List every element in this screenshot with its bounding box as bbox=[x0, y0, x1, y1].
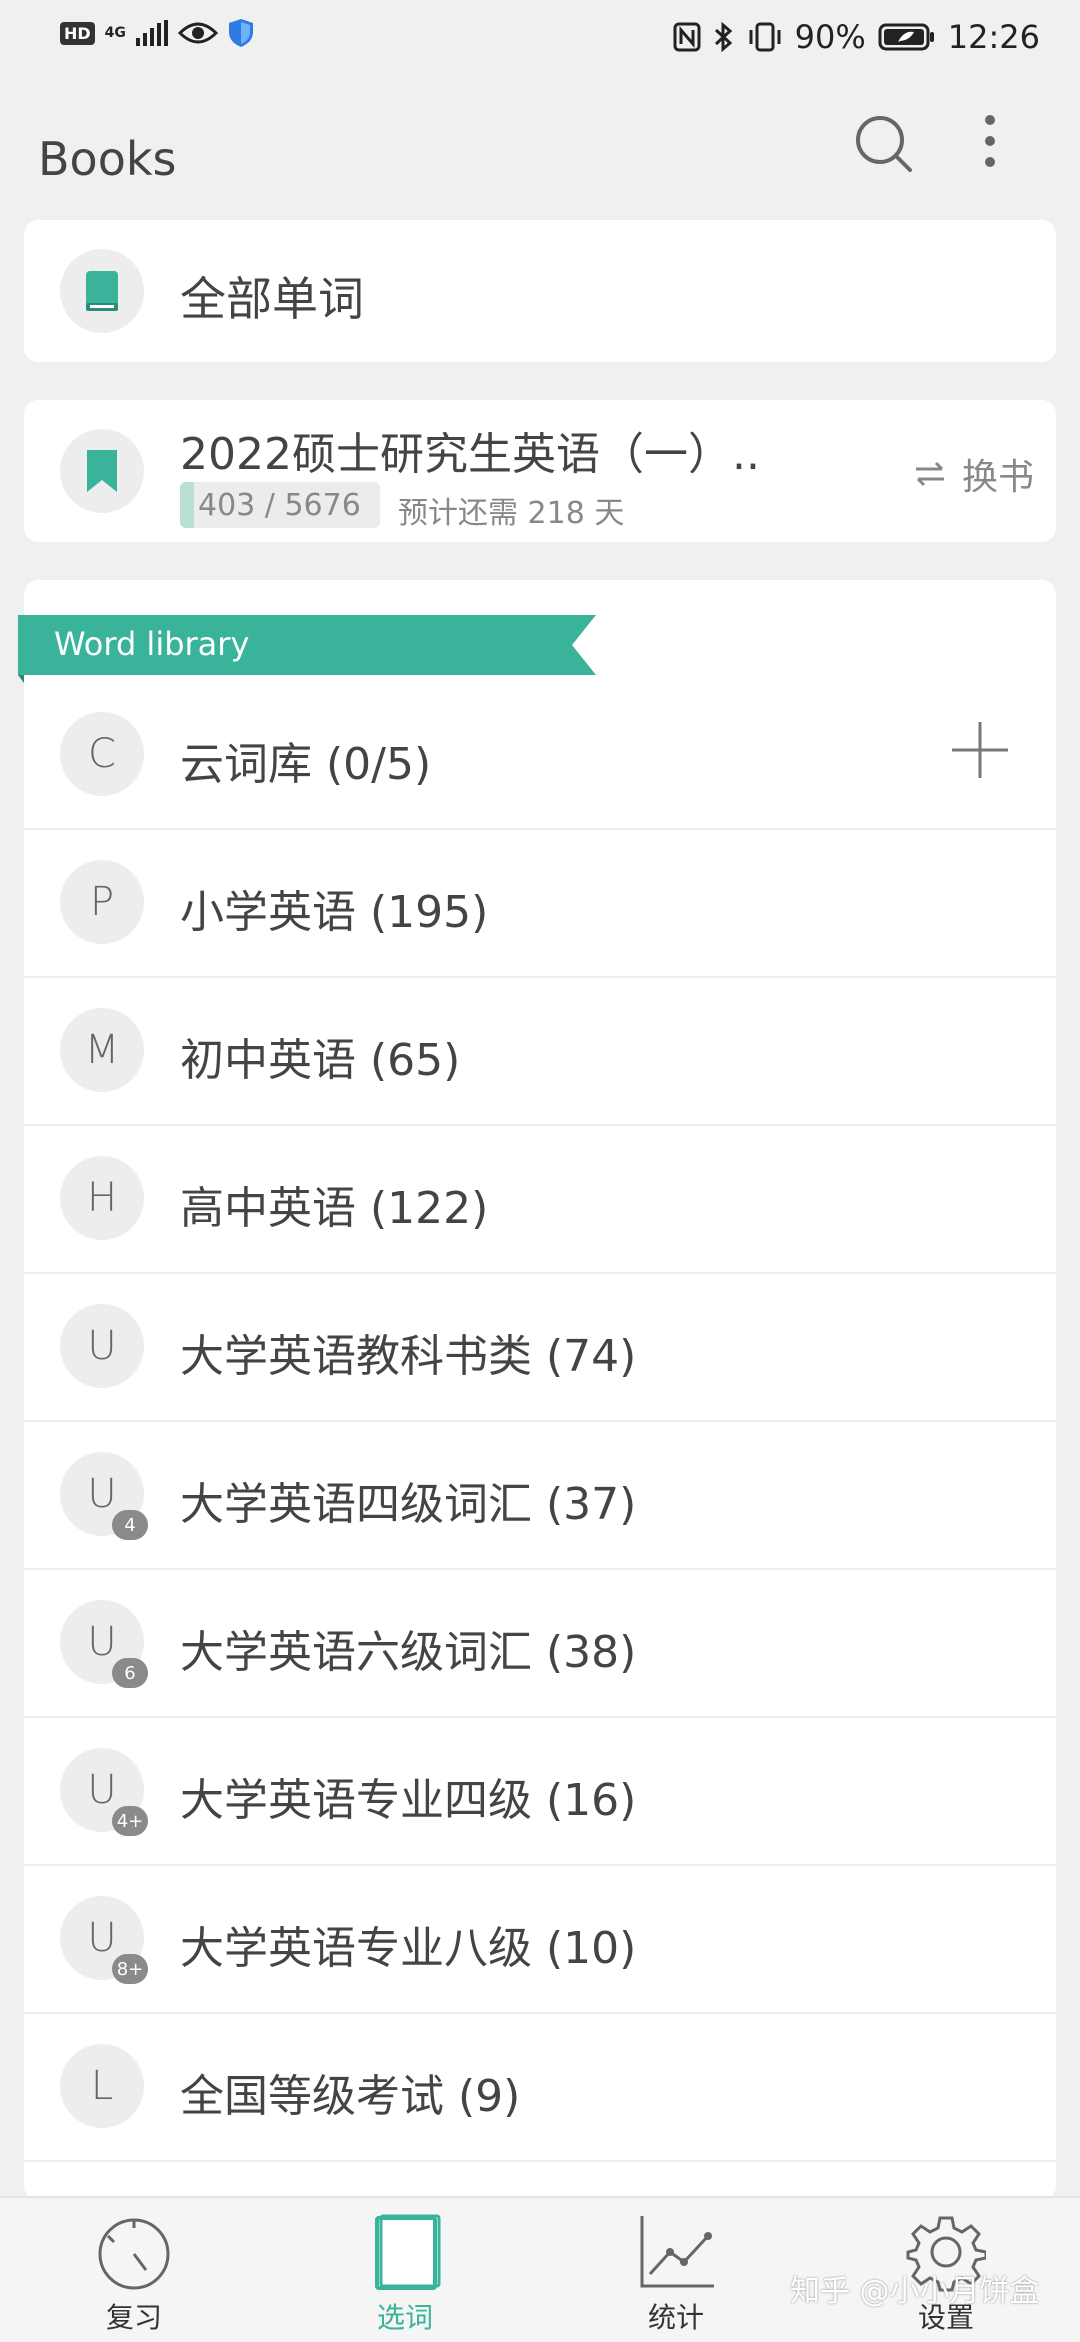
library-item-letter-badge: M bbox=[60, 1008, 144, 1092]
progress-text: 403 / 5676 bbox=[198, 488, 361, 523]
bluetooth-icon bbox=[714, 21, 732, 53]
remaining-days: 预计还需 218 天 bbox=[398, 496, 625, 531]
library-item[interactable]: U 4+ 大学英语专业四级 (16) bbox=[24, 1716, 1056, 1866]
library-item-letter: U bbox=[87, 1471, 117, 1517]
library-item-letter: L bbox=[90, 2063, 114, 2109]
battery-icon bbox=[878, 23, 934, 51]
library-item-letter: U bbox=[87, 1915, 117, 1961]
bookmark-icon bbox=[87, 450, 117, 492]
library-item-label: 小学英语 (195) bbox=[180, 887, 489, 938]
battery-percent: 90% bbox=[794, 18, 866, 56]
book-icon bbox=[375, 2214, 441, 2290]
library-item-letter-badge: C bbox=[60, 712, 144, 796]
library-item-level-badge: 4 bbox=[112, 1510, 148, 1540]
library-item-label: 大学英语四级词汇 (37) bbox=[180, 1479, 637, 1530]
library-item-letter: M bbox=[84, 1027, 120, 1073]
book-progress: 403 / 5676 bbox=[180, 482, 380, 528]
nav-review-label: 复习 bbox=[105, 2301, 162, 2334]
library-item[interactable]: U 6 大学英语六级词汇 (38) bbox=[24, 1568, 1056, 1718]
status-left: HD 4G bbox=[60, 18, 254, 48]
library-item[interactable]: P 小学英语 (195) bbox=[24, 828, 1056, 978]
search-icon[interactable] bbox=[850, 110, 916, 176]
library-item-letter-badge: U bbox=[60, 1304, 144, 1388]
library-item-level-badge: 6 bbox=[112, 1658, 148, 1688]
switch-book-label: 换书 bbox=[961, 457, 1034, 498]
library-item-letter: U bbox=[87, 1767, 117, 1813]
library-item-level-badge: 8+ bbox=[112, 1954, 148, 1984]
library-item-letter-badge: U6 bbox=[60, 1600, 148, 1688]
library-item-letter: U bbox=[87, 1323, 117, 1369]
library-item[interactable]: U 4 大学英语四级词汇 (37) bbox=[24, 1420, 1056, 1570]
status-right: 90% 12:26 bbox=[673, 18, 1040, 56]
library-item-label: 大学英语专业四级 (16) bbox=[180, 1775, 637, 1826]
library-item-letter-badge: H bbox=[60, 1156, 144, 1240]
nav-select-words-label: 选词 bbox=[376, 2301, 433, 2334]
clock: 12:26 bbox=[947, 18, 1040, 56]
current-book-name: 2022硕士研究生英语（一）.. bbox=[180, 429, 760, 480]
library-item-label: 大学英语六级词汇 (38) bbox=[180, 1627, 637, 1678]
library-item[interactable]: L 全国等级考试 (9) bbox=[24, 2012, 1056, 2162]
library-item-letter-badge: U 8+ bbox=[60, 1896, 148, 1984]
network-type: 4G bbox=[104, 25, 126, 41]
nav-review[interactable]: 复习 bbox=[54, 2212, 214, 2342]
green-book-icon bbox=[86, 271, 118, 311]
nfc-icon bbox=[673, 22, 701, 52]
nav-statistics-label: 统计 bbox=[647, 2301, 704, 2334]
signal-icon bbox=[135, 20, 168, 46]
shield-icon bbox=[228, 19, 253, 47]
more-options-icon[interactable] bbox=[960, 110, 1020, 176]
library-item[interactable]: M 初中英语 (65) bbox=[24, 976, 1056, 1126]
library-item-letter-badge: L bbox=[60, 2044, 144, 2128]
library-item-letter: P bbox=[89, 879, 115, 925]
library-item[interactable]: U 大学英语教科书类 (74) bbox=[24, 1272, 1056, 1422]
library-item-letter: U bbox=[87, 1619, 117, 1665]
all-words-label: 全部单词 bbox=[180, 272, 364, 326]
library-item-label: 大学英语专业八级 (10) bbox=[180, 1923, 637, 1974]
status-bar: HD 4G 90% 12:26 bbox=[0, 0, 1080, 78]
app-header: Books bbox=[0, 110, 1080, 210]
library-item-label: 云词库 (0/5) bbox=[180, 739, 432, 790]
library-item[interactable]: H 高中英语 (122) bbox=[24, 1124, 1056, 1274]
library-item-letter-badge: U 4+ bbox=[60, 1748, 148, 1836]
library-item-label: 高中英语 (122) bbox=[180, 1183, 489, 1234]
library-item[interactable]: U 8+ 大学英语专业八级 (10) bbox=[24, 1864, 1056, 2014]
library-item-label: 初中英语 (65) bbox=[180, 1035, 461, 1086]
library-item-letter-badge: U4 bbox=[60, 1452, 148, 1540]
library-item[interactable]: C 云词库 (0/5) bbox=[24, 680, 1056, 830]
current-book-card[interactable]: 2022硕士研究生英语（一）.. 403 / 5676 预计还需 218 天 换… bbox=[24, 400, 1056, 542]
library-item-level-badge: 4+ bbox=[112, 1806, 148, 1836]
nav-select-words[interactable]: 选词 bbox=[325, 2212, 485, 2342]
watermark: 知乎 @小小月饼盒 bbox=[790, 2274, 1040, 2309]
swap-icon bbox=[915, 461, 944, 487]
chart-icon bbox=[640, 2216, 714, 2288]
eye-icon bbox=[177, 22, 218, 44]
ribbon-label: Word library bbox=[54, 625, 250, 663]
dial-icon bbox=[98, 2218, 170, 2290]
library-item-letter: H bbox=[86, 1175, 118, 1221]
all-words-icon-badge bbox=[60, 249, 144, 333]
progress-fill bbox=[180, 482, 195, 528]
hd-icon: HD bbox=[60, 21, 95, 45]
library-item-label: 全国等级考试 (9) bbox=[180, 2071, 521, 2122]
add-cloud-library-icon[interactable] bbox=[948, 718, 1012, 782]
bookmark-icon-badge bbox=[60, 429, 144, 513]
library-item-letter-badge: P bbox=[60, 860, 144, 944]
library-item-letter: C bbox=[88, 731, 116, 777]
switch-book-button[interactable]: 换书 bbox=[912, 448, 1034, 500]
word-library-card: C 云词库 (0/5) P 小学英语 (195) M 初中英语 (65) H 高中英语 (12… bbox=[24, 580, 1056, 2200]
word-library-ribbon: Word library bbox=[18, 615, 596, 683]
page-title: Books bbox=[38, 132, 177, 186]
nav-statistics[interactable]: 统计 bbox=[596, 2212, 756, 2342]
vibrate-icon bbox=[749, 22, 781, 52]
all-words-card[interactable]: 全部单词 bbox=[24, 220, 1056, 362]
library-item-label: 大学英语教科书类 (74) bbox=[180, 1331, 637, 1382]
